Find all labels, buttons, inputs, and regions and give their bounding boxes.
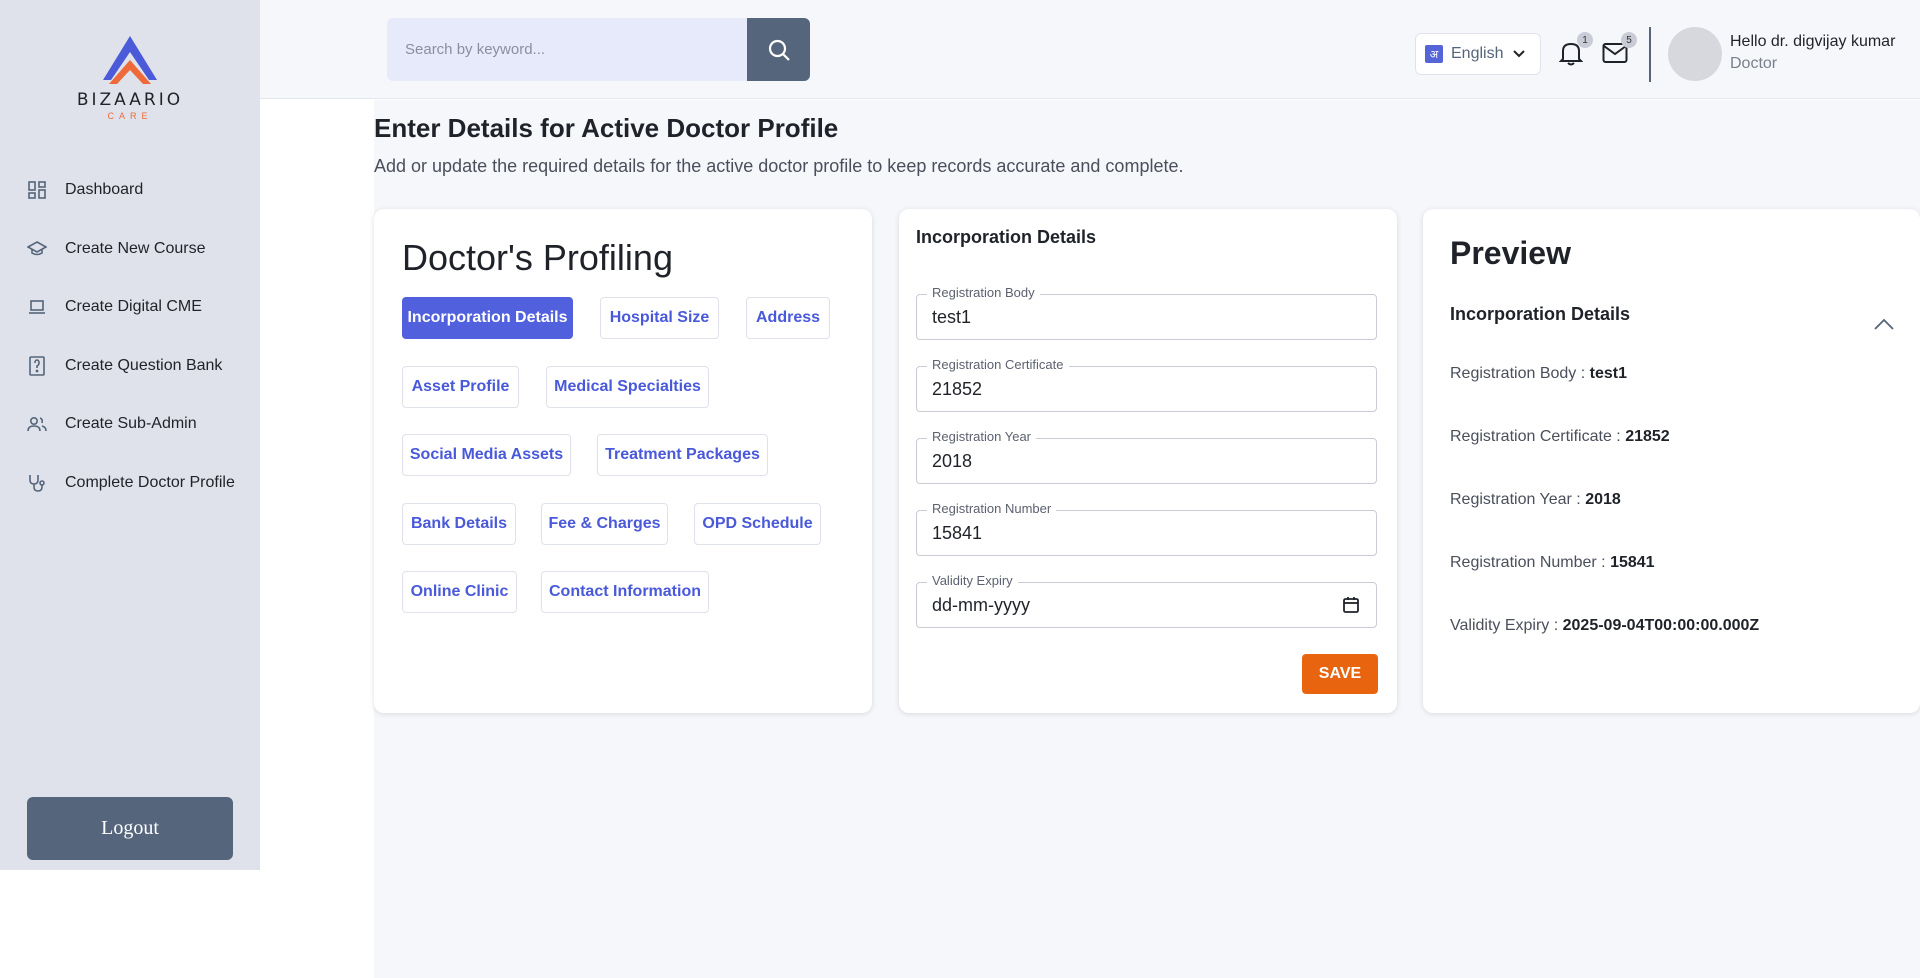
sidebar-item-label: Create New Course — [65, 239, 206, 257]
profiling-card: Doctor's Profiling Incorporation Details… — [374, 209, 872, 713]
users-icon — [26, 413, 48, 435]
brand-logo[interactable]: BIZAARIO CARE — [70, 34, 190, 130]
sidebar-item-label: Create Sub-Admin — [65, 415, 197, 433]
logo-mark-icon — [103, 36, 157, 84]
sidebar-item-complete-doctor-profile[interactable]: Complete Doctor Profile — [0, 454, 260, 513]
messages-count-badge: 5 — [1621, 32, 1637, 48]
registration-body-input[interactable] — [917, 295, 1376, 339]
sidebar: BIZAARIO CARE Dashboard Create New Cours… — [0, 0, 260, 870]
notifications-count-badge: 1 — [1577, 32, 1593, 48]
preview-row-value: 2025-09-04T00:00:00.000Z — [1562, 617, 1760, 634]
tab-online-clinic[interactable]: Online Clinic — [402, 571, 517, 613]
search-bar — [387, 18, 810, 81]
tab-incorporation-details[interactable]: Incorporation Details — [402, 297, 573, 339]
search-button[interactable] — [747, 18, 810, 81]
user-role: Doctor — [1730, 55, 1778, 72]
tab-asset-profile[interactable]: Asset Profile — [402, 366, 519, 408]
logout-button[interactable]: Logout — [27, 797, 233, 860]
preview-row-label: Registration Number : — [1450, 554, 1611, 571]
tab-medical-specialties[interactable]: Medical Specialties — [546, 366, 709, 408]
graduation-cap-icon — [26, 238, 48, 260]
preview-row: Validity Expiry : 2025-09-04T00:00:00.00… — [1450, 617, 1759, 635]
validity-expiry-input[interactable] — [917, 583, 1376, 627]
tab-hospital-size[interactable]: Hospital Size — [600, 297, 719, 339]
chevron-down-icon — [1513, 50, 1526, 58]
sidebar-item-dashboard[interactable]: Dashboard — [0, 161, 260, 220]
registration-body-field: Registration Body — [916, 285, 1377, 340]
page-subtitle: Add or update the required details for t… — [374, 156, 1184, 176]
top-header: अ English 1 5 Hello dr. digvijay kumar D… — [260, 0, 1920, 99]
sidebar-item-label: Complete Doctor Profile — [65, 473, 235, 491]
preview-section-title: Incorporation Details — [1450, 304, 1631, 324]
tab-bank-details[interactable]: Bank Details — [402, 503, 516, 545]
field-label: Registration Number — [927, 501, 1057, 516]
field-label: Validity Expiry — [927, 573, 1018, 588]
chevron-up-icon[interactable] — [1873, 317, 1895, 331]
language-glyph-icon: अ — [1425, 45, 1443, 63]
preview-row: Registration Number : 15841 — [1450, 554, 1655, 572]
form-title: Incorporation Details — [916, 227, 1097, 247]
preview-title: Preview — [1450, 235, 1571, 271]
field-label: Registration Certificate — [927, 357, 1069, 372]
preview-row-label: Validity Expiry : — [1450, 617, 1563, 634]
sidebar-item-create-new-course[interactable]: Create New Course — [0, 220, 260, 279]
registration-certificate-input[interactable] — [917, 367, 1376, 411]
user-greeting: Hello dr. digvijay kumar — [1730, 33, 1896, 50]
messages-button[interactable]: 5 — [1600, 32, 1637, 68]
profiling-title: Doctor's Profiling — [402, 237, 673, 278]
sidebar-item-label: Create Question Bank — [65, 356, 223, 374]
search-icon — [768, 39, 790, 61]
preview-row-label: Registration Certificate : — [1450, 428, 1626, 445]
preview-row: Registration Certificate : 21852 — [1450, 428, 1670, 446]
preview-row-value: test1 — [1589, 365, 1627, 382]
tab-fee-charges[interactable]: Fee & Charges — [541, 503, 668, 545]
preview-row: Registration Year : 2018 — [1450, 491, 1621, 509]
preview-row-value: 21852 — [1625, 428, 1670, 445]
tab-opd-schedule[interactable]: OPD Schedule — [694, 503, 821, 545]
dashboard-icon — [26, 179, 48, 201]
sidebar-item-label: Dashboard — [65, 181, 144, 199]
sidebar-item-create-sub-admin[interactable]: Create Sub-Admin — [0, 395, 260, 454]
registration-year-field: Registration Year — [916, 429, 1377, 484]
validity-expiry-field: Validity Expiry — [916, 573, 1377, 628]
notifications-button[interactable]: 1 — [1556, 32, 1593, 68]
preview-row-label: Registration Body : — [1450, 365, 1590, 382]
sidebar-item-label: Create Digital CME — [65, 298, 202, 316]
save-button[interactable]: SAVE — [1302, 654, 1378, 694]
incorporation-form-card: Incorporation Details Registration Body … — [899, 209, 1397, 713]
preview-row-value: 2018 — [1585, 491, 1621, 508]
page-title: Enter Details for Active Doctor Profile — [374, 113, 839, 143]
search-input[interactable] — [387, 18, 747, 81]
preview-row-value: 15841 — [1610, 554, 1655, 571]
sidebar-item-create-digital-cme[interactable]: Create Digital CME — [0, 278, 260, 337]
tab-address[interactable]: Address — [746, 297, 830, 339]
laptop-icon — [26, 296, 48, 318]
sidebar-nav: Dashboard Create New Course Create Digit… — [0, 161, 260, 512]
preview-row-label: Registration Year : — [1450, 491, 1586, 508]
main-content: Enter Details for Active Doctor Profile … — [260, 100, 1920, 978]
avatar[interactable] — [1668, 27, 1722, 81]
language-selector[interactable]: अ English — [1415, 33, 1541, 75]
tab-treatment-packages[interactable]: Treatment Packages — [597, 434, 768, 476]
language-label: English — [1451, 45, 1504, 62]
registration-number-input[interactable] — [917, 511, 1376, 555]
question-file-icon — [26, 355, 48, 377]
stethoscope-icon — [26, 472, 48, 494]
field-label: Registration Body — [927, 285, 1040, 300]
registration-number-field: Registration Number — [916, 501, 1377, 556]
calendar-icon[interactable] — [1342, 596, 1360, 614]
header-divider — [1649, 27, 1651, 82]
field-label: Registration Year — [927, 429, 1037, 444]
registration-year-input[interactable] — [917, 439, 1376, 483]
brand-tagline: CARE — [107, 111, 153, 121]
tab-contact-information[interactable]: Contact Information — [541, 571, 709, 613]
tab-social-media-assets[interactable]: Social Media Assets — [402, 434, 571, 476]
registration-certificate-field: Registration Certificate — [916, 357, 1377, 412]
sidebar-item-create-question-bank[interactable]: Create Question Bank — [0, 337, 260, 396]
preview-card: Preview Incorporation Details Registrati… — [1423, 209, 1920, 713]
brand-name: BIZAARIO — [76, 90, 184, 110]
preview-row: Registration Body : test1 — [1450, 365, 1627, 383]
